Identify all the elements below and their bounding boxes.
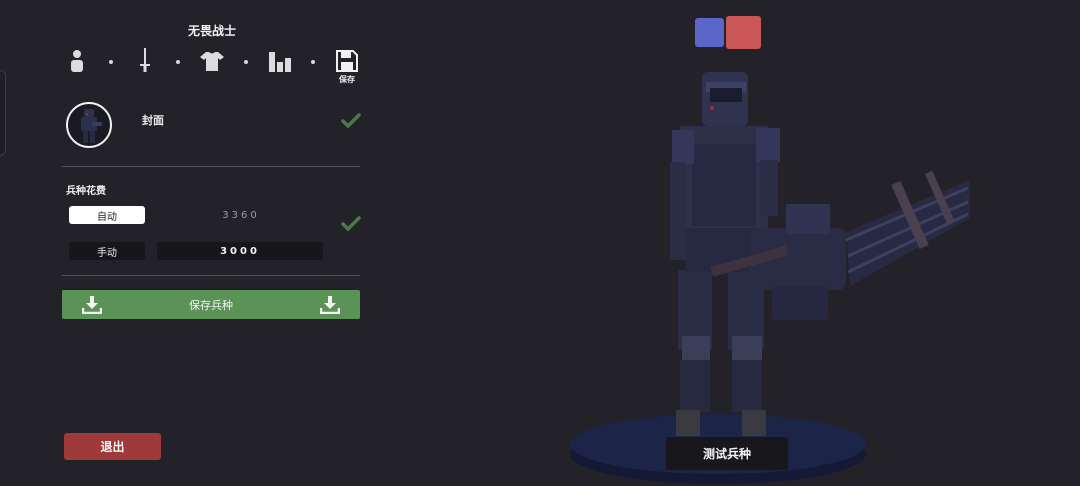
exit-button[interactable]: 退出 [64, 433, 161, 460]
save-floppy-icon [336, 49, 358, 72]
download-icon [82, 295, 102, 314]
cost-check-icon[interactable] [341, 215, 361, 233]
team-red-button[interactable] [726, 16, 761, 49]
cover-row: 封面 [62, 100, 362, 150]
manual-cost-input[interactable]: 3000 [157, 242, 323, 260]
separator-dot [311, 60, 316, 64]
cover-avatar[interactable] [66, 102, 112, 148]
team-blue-button[interactable] [695, 18, 724, 47]
save-tool-button[interactable]: 保存 [332, 46, 362, 88]
unit-name-title: 无畏战士 [187, 24, 236, 38]
unit-preview-scene[interactable] [560, 60, 980, 486]
separator-dot [243, 60, 248, 64]
shirt-icon[interactable] [197, 46, 227, 76]
cover-check-icon[interactable] [341, 112, 361, 130]
person-icon[interactable] [62, 46, 92, 76]
auto-cost-value: 3360 [222, 209, 260, 221]
save-tool-label: 保存 [339, 74, 355, 84]
sword-icon[interactable] [130, 46, 160, 76]
save-unit-button[interactable]: 保存兵种 [62, 290, 360, 319]
unit-editor-panel: 无畏战士 保存 封面 兵种花费 自动 3360 手动 3000 保存兵种 退出 [0, 0, 420, 486]
divider [62, 275, 360, 276]
save-unit-label: 保存兵种 [189, 298, 233, 312]
download-icon [320, 295, 340, 314]
test-unit-button[interactable]: 测试兵种 [666, 437, 788, 470]
editor-toolbar: 保存 [62, 46, 362, 90]
unit-cost-title: 兵种花费 [66, 186, 106, 197]
separator-dot [176, 60, 181, 64]
auto-cost-button[interactable]: 自动 [69, 206, 145, 224]
manual-cost-button[interactable]: 手动 [69, 242, 145, 260]
cover-label: 封面 [142, 114, 164, 127]
separator-dot [108, 60, 113, 64]
bars-icon[interactable] [265, 46, 295, 76]
divider [62, 166, 360, 167]
